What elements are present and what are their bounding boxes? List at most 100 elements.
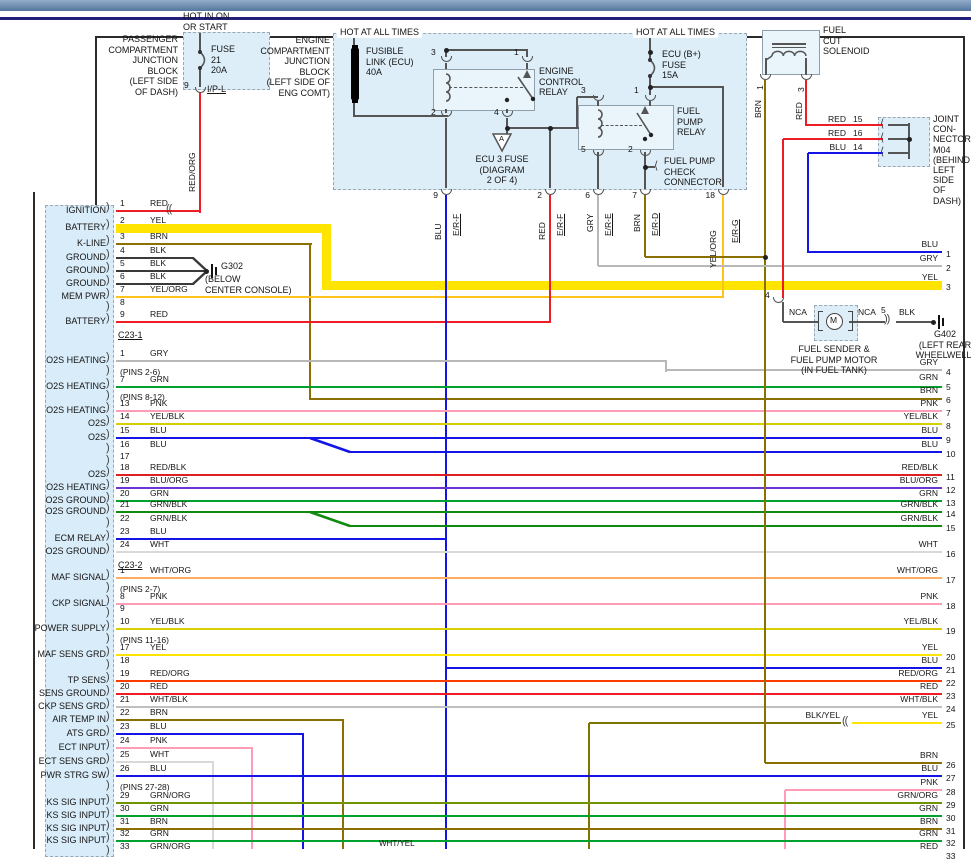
ecm-wire-color: WHT [150,749,170,759]
ecm-signal-name: TP SENS [67,675,106,685]
exit-pin-number: 27 [946,773,956,783]
ecm-signal-name: KS SIG INPUT [46,810,106,820]
junction-dot [443,47,449,53]
fusible-link-icon [351,48,359,100]
ecm-pin-number: 7 [120,284,125,294]
er-pin-number: 2 [537,190,542,200]
ecm-pin-number: 14 [120,411,130,421]
ecm-signal-name: MAF SENS GRD [37,649,106,659]
ecm-signal-name: GROUND [66,265,106,275]
motor-pin-in: 4 [765,290,770,300]
junction-dot [647,84,653,90]
ecm-pin-number: 24 [120,539,130,549]
ecm-signal-name: O2S HEATING [46,355,106,365]
ecm-pin-number: 22 [120,513,130,523]
ecm-pin-bracket-icon: ) [106,581,110,593]
exit-wire-color: YEL [921,272,938,282]
ecm-signal-name: SENS GROUND [38,688,106,698]
ecm-pin-bracket-icon: ) [106,645,110,657]
er-connector-id: E/R-D [650,212,660,236]
exit-wire-color: BRN [920,750,938,760]
exit-wire-color: GRN/BLK [900,499,938,509]
wire-label-red-org: RED/ORG [187,152,197,192]
ecm-pin-bracket-icon: ) [106,364,110,376]
g302-label: G302 [221,261,244,271]
exit-pin-number: 31 [946,826,956,836]
relay-pin: 1 [514,47,519,57]
exit-wire-color: GRN [919,488,938,498]
ecm-signal-name: BATTERY [65,222,106,232]
ecm-wire-color: GRN [150,488,169,498]
ecm-pin-number: 18 [120,462,130,472]
engine-relay-label: ENGINE CONTROL RELAY [539,66,584,97]
ecm-pin-bracket-icon: ) [106,414,110,426]
ecm-signal-name: O2S GROUND [45,546,106,556]
joint-pin: 16 [853,128,863,138]
ecm-signal-name: MEM PWR [61,291,107,301]
ecm-pin-bracket-icon: ) [106,819,110,831]
ecm-wire-color: BRN [150,707,168,717]
ecm-pin-number: 10 [120,616,130,626]
motor-connector-icon: )) [884,313,890,325]
exit-wire-color: WHT/ORG [896,565,938,575]
ecm-signal-name: AIR TEMP IN [52,714,106,724]
ecm-pin-bracket-icon: ) [106,351,110,363]
ecm-pin-number: 33 [120,841,130,851]
ecm-pin-bracket-icon: ) [106,300,110,312]
ecm-pin-number: 21 [120,694,130,704]
g402-label: G402 (LEFT REAR WHEELWELL) [915,329,971,360]
ecm-pin-bracket-icon: ) [106,377,110,389]
ecm-wire-color: BLU [150,721,167,731]
exit-pin-number: 13 [946,498,956,508]
motor-m-label: M [830,315,838,325]
exit-wire-color: BLU [921,239,938,249]
exit-wire-color: WHT [918,539,938,549]
ecm-pin-bracket-icon: ) [106,478,110,490]
ecm-wire-color: YEL/BLK [150,411,185,421]
ecm-signal-name: K-LINE [76,238,106,248]
relay-pin: 3 [581,85,586,95]
ecm-wire-color: BRN [150,816,168,826]
exit-wire-color: WHT/BLK [900,694,938,704]
ecm-signal-name: ECT INPUT [58,742,106,752]
ecm-pin-bracket-icon: ) [106,606,110,618]
ecm-pin-number: 4 [120,245,125,255]
motor-out-color: BLK [899,307,916,317]
joint-wire-color: RED [828,114,846,124]
ecm-signal-name: BATTERY [65,316,106,326]
ecm-pin-number: 17 [120,451,130,461]
solenoid-wire-color: BRN [753,100,763,118]
exit-pin-number: 5 [946,382,951,392]
ecm-signal-name: O2S [87,469,106,479]
exit-wire-color: GRN [919,803,938,813]
exit-pin-number: 11 [946,472,955,482]
relay-pin: 5 [581,144,586,154]
exit-pin-number: 2 [946,263,951,273]
ecm-pin-bracket-icon: ) [106,442,110,454]
ecm-pin-bracket-icon: ) [106,752,110,764]
ecm-signal-name: ECM RELAY [54,533,106,543]
nca-label: NCA [789,307,807,317]
blk-yel-label: BLK/YEL [805,710,841,720]
ecm-pin-bracket-icon: ) [106,831,110,843]
exit-wire-color: RED [920,841,938,851]
ecm-pin-number: 30 [120,803,130,813]
exit-wire-color: GRY [919,357,938,367]
ecm-signal-name: ECT SENS GRD [38,756,106,766]
ecm-signal-name: CKP SIGNAL [52,598,106,608]
joint-wire-color: RED [828,128,846,138]
check-connector-label: FUEL PUMP CHECK CONNECTOR [664,156,722,187]
ecm-signal-name: O2S HEATING [46,381,106,391]
ecm-signal-name: CKP SENS GRD [38,701,106,711]
ecm-pin-number: 23 [120,721,130,731]
exit-wire-color: RED/ORG [898,668,938,678]
ecm-pin-bracket-icon: ) [106,401,110,413]
ecm-wire-color: RED [150,681,168,691]
exit-pin-number: 29 [946,800,956,810]
ecm-pin-number: 16 [120,439,130,449]
exit-pin-number: 1 [946,249,951,259]
ecm-wire-color: WHT [150,539,170,549]
ecm-pin-number: 18 [120,655,130,665]
ecm-pin-bracket-icon: ) [106,710,110,722]
relay-pin: 3 [431,47,436,57]
